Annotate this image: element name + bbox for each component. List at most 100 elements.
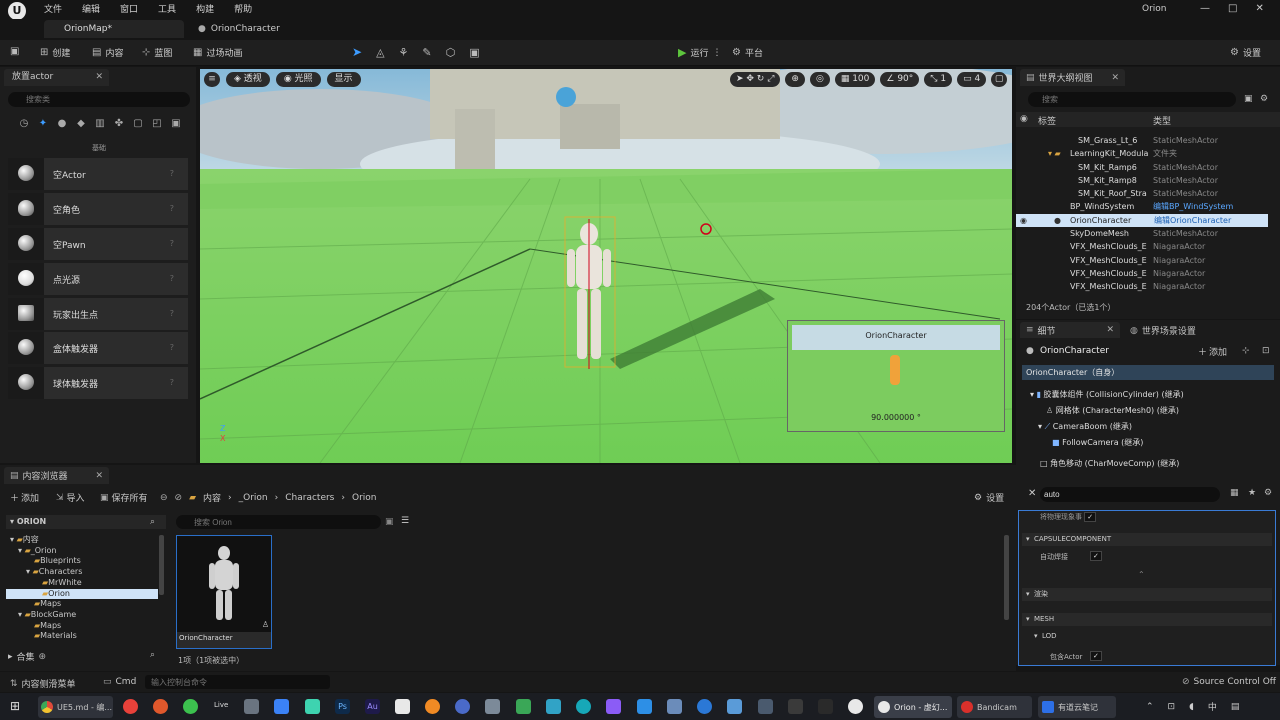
clear-search-icon[interactable]: ✕ — [1028, 488, 1036, 499]
tree-item[interactable]: ▰Materials — [6, 631, 158, 642]
lock-icon[interactable]: ⊡ — [1262, 346, 1270, 356]
component-camera-boom[interactable]: ▾ ⟋ CameraBoom (继承) — [1038, 421, 1132, 432]
place-actors-search-input[interactable] — [8, 92, 190, 107]
include-actor-checkbox[interactable]: ✓ — [1090, 651, 1102, 661]
breadcrumb-item[interactable]: 内容 — [203, 491, 221, 504]
tree-item[interactable]: ▾ ▰BlockGame — [6, 610, 158, 621]
settings-gear-icon[interactable]: ⚙ — [1264, 488, 1272, 498]
grid-snap-button[interactable]: ▦ 100 — [834, 72, 876, 87]
tree-item[interactable]: ▰Maps — [6, 621, 158, 632]
close-icon[interactable]: ✕ — [1106, 325, 1114, 335]
recent-icon[interactable]: ◷ — [18, 118, 30, 130]
world-settings-tab[interactable]: ◍ 世界场景设置 — [1130, 324, 1196, 338]
volume-icon[interactable]: ◖ — [1189, 702, 1194, 712]
col-type-header[interactable]: 类型 — [1153, 114, 1171, 127]
help-icon[interactable]: ? — [170, 378, 174, 387]
cinematics-button[interactable]: ▦ 过场动画 — [193, 46, 242, 59]
help-icon[interactable]: ? — [170, 309, 174, 318]
brush-mode-icon[interactable]: ✎ — [422, 46, 431, 59]
taskbar-youdao-notes[interactable]: 有道云笔记 — [1038, 696, 1116, 718]
breadcrumb-item[interactable]: Orion — [352, 493, 377, 503]
tree-item[interactable]: ▰Blueprints — [6, 556, 158, 567]
details-tab[interactable]: ≡ 细节 ✕ — [1020, 322, 1120, 338]
platform-button[interactable]: ⚙ 平台 — [732, 46, 763, 59]
world-local-toggle-icon[interactable]: ⊕ — [785, 72, 805, 87]
taskbar-unreal-window[interactable]: Orion - 虚幻... — [874, 696, 952, 718]
details-search-input[interactable] — [1040, 487, 1220, 502]
save-icon[interactable]: ▣ — [10, 46, 19, 57]
outliner-row[interactable]: VFX_MeshClouds_E NiagaraActor — [1018, 267, 1268, 280]
camera-icon[interactable] — [244, 699, 259, 714]
asset-scrollbar[interactable] — [1004, 535, 1009, 620]
place-actors-tab[interactable]: 放置actor ✕ — [4, 69, 109, 86]
breadcrumb-item[interactable]: _Orion — [239, 493, 268, 503]
close-icon[interactable]: ✕ — [95, 471, 103, 481]
hamburger-menu-icon[interactable]: ≡ — [204, 72, 220, 87]
self-component-row[interactable]: OrionCharacter（自身） — [1022, 365, 1274, 380]
tree-item[interactable]: ▾ ▰Characters — [6, 567, 158, 578]
component-char-move[interactable]: □ 角色移动 (CharMoveComp) (继承) — [1040, 458, 1179, 469]
section-capsule[interactable]: ▾ CAPSULECOMPONENT — [1022, 533, 1272, 546]
place-item-point-light[interactable]: 点光源 ? — [8, 263, 188, 295]
place-item-box-trigger[interactable]: 盒体触发器 ? — [8, 332, 188, 364]
outliner-row[interactable]: VFX_MeshClouds_E NiagaraActor — [1018, 254, 1268, 267]
checkbox[interactable]: ✓ — [1084, 512, 1097, 522]
windows-start-icon[interactable]: ⊞ — [10, 699, 20, 713]
back-icon[interactable]: ⊖ — [160, 493, 168, 503]
breadcrumb-item[interactable]: Characters — [285, 493, 334, 503]
tab-orion-character[interactable]: ● OrionCharacter — [186, 20, 292, 38]
auto-weld-checkbox[interactable]: ✓ — [1090, 551, 1102, 561]
place-item-empty-character[interactable]: 空角色 ? — [8, 193, 188, 225]
audition-icon[interactable]: Au — [365, 699, 380, 714]
help-icon[interactable]: ? — [170, 343, 174, 352]
shapes-icon[interactable]: ◆ — [75, 118, 87, 130]
epic-games-icon[interactable] — [818, 699, 833, 714]
section-rendering[interactable]: ▾ 渲染 — [1022, 588, 1272, 601]
cb-save-all-button[interactable]: ▣ 保存所有 — [100, 491, 148, 505]
visual-studio-icon[interactable] — [606, 699, 621, 714]
menu-build[interactable]: 构建 — [196, 2, 214, 15]
blueprint-button[interactable]: ⊹ 蓝图 — [142, 46, 172, 59]
unreal-icon[interactable] — [848, 699, 863, 714]
content-button[interactable]: ▤ 内容 — [92, 46, 123, 59]
filter-icon[interactable]: ☰ — [401, 516, 409, 526]
outliner-search-input[interactable] — [1028, 92, 1236, 107]
app-icon[interactable] — [576, 699, 591, 714]
table-view-icon[interactable]: ▦ — [1230, 488, 1239, 498]
save-search-icon[interactable]: ▣ — [385, 517, 394, 527]
star-icon[interactable]: ★ — [1248, 488, 1256, 498]
outliner-row[interactable]: SM_Kit_Ramp8 StaticMeshActor — [1018, 174, 1268, 187]
maximize-button[interactable]: □ — [1228, 3, 1237, 14]
basic-icon[interactable]: ✦ — [37, 118, 49, 130]
mesh-paint-icon[interactable]: ⬡ — [446, 46, 456, 59]
add-component-button[interactable]: ＋添加 — [1198, 345, 1227, 358]
component-collision[interactable]: ▾ ▮ 胶囊体组件 (CollisionCylinder) (继承) — [1030, 389, 1184, 400]
menu-file[interactable]: 文件 — [44, 2, 62, 15]
row-type-link[interactable]: 编辑BP_WindSystem — [1153, 200, 1233, 213]
collapse-arrow-icon[interactable]: ⌃ — [1138, 570, 1145, 579]
component-mesh[interactable]: ♙ 网格体 (CharacterMesh0) (继承) — [1046, 405, 1179, 416]
perspective-button[interactable]: ◈ 透视 — [226, 72, 270, 87]
terminal-icon[interactable] — [788, 699, 803, 714]
close-icon[interactable]: ✕ — [1111, 73, 1119, 83]
forward-icon[interactable]: ⊘ — [175, 493, 183, 503]
content-drawer-button[interactable]: ⇅ 内容侧滑菜单 — [10, 677, 76, 691]
cb-settings-button[interactable]: ⚙ 设置 — [974, 491, 1004, 505]
surface-snap-icon[interactable]: ◎ — [809, 72, 830, 87]
place-item-empty-pawn[interactable]: 空Pawn ? — [8, 228, 188, 260]
app-icon[interactable] — [485, 699, 500, 714]
component-follow-camera[interactable]: ■ FollowCamera (继承) — [1052, 437, 1143, 448]
tree-item-selected[interactable]: ▰Orion — [6, 588, 158, 600]
help-icon[interactable]: ? — [170, 204, 174, 213]
col-label-header[interactable]: 标签 — [1038, 114, 1056, 127]
add-circle-icon[interactable]: ⊕ — [39, 652, 47, 662]
transform-tools[interactable]: ➤ ✥ ↻ ⤢ — [730, 72, 781, 87]
row-type-link[interactable]: 编辑OrionCharacter — [1154, 214, 1231, 227]
outliner-row[interactable]: SM_Kit_Roof_Stra StaticMeshActor — [1018, 187, 1268, 200]
notes-app-icon[interactable] — [274, 699, 289, 714]
vscode-icon[interactable] — [637, 699, 652, 714]
outliner-row[interactable]: ▾ ▰ LearningKit_Modula 文件夹 — [1018, 147, 1268, 160]
typora-icon[interactable] — [305, 699, 320, 714]
inkscape-icon[interactable] — [395, 699, 410, 714]
outliner-row[interactable]: SM_Kit_Ramp6 StaticMeshActor — [1018, 161, 1268, 174]
